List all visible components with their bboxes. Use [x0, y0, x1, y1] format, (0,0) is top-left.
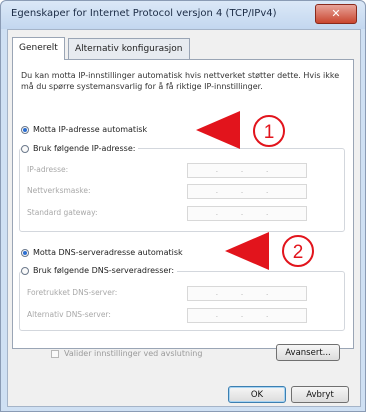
title-bar[interactable]: Egenskaper for Internet Protocol versjon…	[1, 1, 365, 29]
callout-arrow-1	[196, 111, 240, 149]
preferred-dns-label: Foretrukket DNS-server:	[27, 288, 118, 297]
ip-address-label: IP-adresse:	[27, 165, 69, 174]
radio-dns-manual[interactable]: Bruk følgende DNS-serveradresser:	[21, 266, 178, 275]
tab-general[interactable]: Generelt	[12, 37, 65, 60]
radio-ip-auto-label: Motta IP-adresse automatisk	[33, 125, 148, 134]
radio-dns-auto-indicator	[21, 248, 29, 257]
ip-address-row: IP-adresse: . . .	[27, 163, 327, 178]
subnet-mask-input[interactable]: . . .	[187, 184, 307, 199]
alternate-dns-label: Alternativ DNS-server:	[27, 310, 111, 319]
close-button[interactable]: ✕	[315, 4, 357, 24]
tab-alternative-config[interactable]: Alternativ konfigurasjon	[68, 38, 190, 59]
radio-ip-auto[interactable]: Motta IP-adresse automatisk	[21, 125, 147, 134]
validate-settings-checkbox[interactable]: Valider innstillinger ved avslutning	[51, 349, 202, 358]
ok-button[interactable]: OK	[228, 386, 286, 403]
window-title: Egenskaper for Internet Protocol versjon…	[11, 8, 277, 19]
radio-ip-manual-label: Bruk følgende IP-adresse:	[33, 144, 136, 153]
ip-address-input[interactable]: . . .	[187, 163, 307, 178]
validate-settings-box	[51, 349, 59, 358]
radio-ip-auto-indicator	[21, 125, 29, 134]
callout-number-2: 2	[282, 235, 314, 267]
radio-dns-auto-label: Motta DNS-serveradresse automatisk	[33, 248, 183, 257]
tab-panel-general: Du kan motta IP-innstillinger automatisk…	[12, 59, 354, 361]
radio-ip-manual-indicator	[21, 144, 29, 153]
description-text: Du kan motta IP-innstillinger automatisk…	[21, 71, 340, 91]
callout-arrow-2	[225, 232, 269, 270]
close-icon: ✕	[331, 7, 341, 20]
alternate-dns-row: Alternativ DNS-server: . . .	[27, 308, 327, 323]
radio-dns-manual-label: Bruk følgende DNS-serveradresser:	[33, 266, 175, 275]
default-gateway-label: Standard gateway:	[27, 208, 98, 217]
preferred-dns-input[interactable]: . . .	[187, 286, 307, 301]
preferred-dns-row: Foretrukket DNS-server: . . .	[27, 286, 327, 301]
advanced-button[interactable]: Avansert...	[276, 344, 340, 361]
radio-dns-auto[interactable]: Motta DNS-serveradresse automatisk	[21, 248, 183, 257]
cancel-button[interactable]: Avbryt	[291, 386, 349, 403]
alternate-dns-input[interactable]: . . .	[187, 308, 307, 323]
callout-number-1: 1	[253, 115, 285, 147]
subnet-mask-label: Nettverksmaske:	[27, 186, 91, 195]
default-gateway-row: Standard gateway: . . .	[27, 206, 327, 221]
default-gateway-input[interactable]: . . .	[187, 206, 307, 221]
radio-dns-manual-indicator	[21, 266, 29, 275]
subnet-mask-row: Nettverksmaske: . . .	[27, 184, 327, 199]
validate-settings-label: Valider innstillinger ved avslutning	[64, 349, 203, 358]
radio-ip-manual[interactable]: Bruk følgende IP-adresse:	[21, 144, 139, 153]
